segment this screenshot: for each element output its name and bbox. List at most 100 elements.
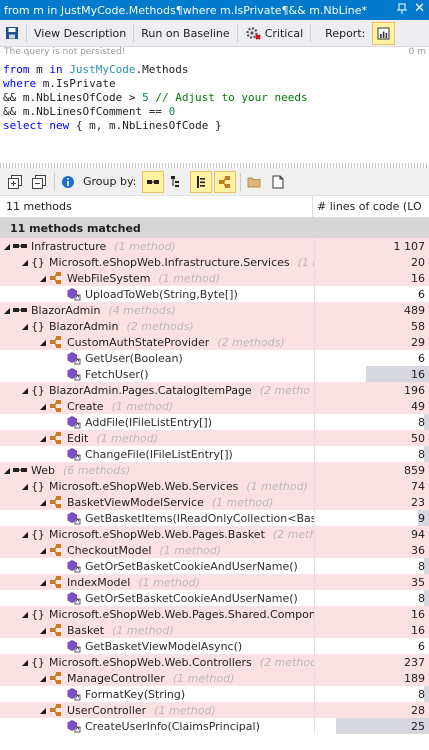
loc-value: 29 (411, 335, 425, 349)
method-row[interactable]: UploadToWeb(String,Byte[]) 6 (0, 286, 429, 302)
type-row[interactable]: ◢ BasketViewModelService (1 method) 23 (0, 494, 429, 510)
group-by-label: Group by: (83, 175, 137, 188)
expand-triangle-icon[interactable]: ◢ (38, 578, 48, 587)
namespace-row[interactable]: ◢{} Microsoft.eShopWeb.Web.Services (1 met… (0, 478, 429, 494)
loc-value: 489 (404, 303, 425, 317)
name-cell: ◢ UserController (1 method) (0, 702, 314, 718)
close-icon[interactable]: ✕ (414, 1, 425, 17)
group-by-method-button[interactable] (214, 170, 237, 193)
name-cell: ◢ CheckoutModel (1 method) (0, 542, 314, 558)
loc-cell: 237 (314, 654, 429, 670)
method-row[interactable]: GetOrSetBasketCookieAndUserName() 8 (0, 558, 429, 574)
expand-triangle-icon[interactable]: ◢ (20, 258, 30, 267)
type-row[interactable]: ◢ Basket (1 method) 16 (0, 622, 429, 638)
type-row[interactable]: ◢ UserController (1 method) 28 (0, 702, 429, 718)
save-button[interactable] (0, 22, 24, 45)
collapse-all-button[interactable] (28, 171, 50, 193)
expand-triangle-icon[interactable]: ◢ (38, 674, 48, 683)
name-cell: FetchUser() (0, 366, 314, 382)
row-method-count: (1 method) (114, 239, 176, 253)
expand-triangle-icon[interactable]: ◢ (38, 274, 48, 283)
loc-bar (424, 446, 429, 462)
row-name: Microsoft.eShopWeb.Web.Pages.Basket (49, 527, 265, 541)
expand-triangle-icon[interactable]: ◢ (38, 402, 48, 411)
assembly-row[interactable]: ◢ Web (6 methods) 859 (0, 462, 429, 478)
expand-triangle-icon[interactable]: ◢ (2, 242, 12, 251)
loc-cell: 8 (314, 446, 429, 462)
method-row[interactable]: GetOrSetBasketCookieAndUserName() 8 (0, 590, 429, 606)
query-editor[interactable]: from m in JustMyCode.Methods where m.IsPr… (0, 61, 429, 158)
assembly-row[interactable]: ◢ BlazorAdmin (4 methods) 489 (0, 302, 429, 318)
expand-triangle-icon[interactable]: ◢ (2, 466, 12, 475)
expand-triangle-icon[interactable]: ◢ (20, 482, 30, 491)
loc-cell: 6 (314, 350, 429, 366)
folder-button[interactable] (243, 171, 265, 193)
critical-button[interactable]: Critical (240, 22, 308, 45)
name-cell: ◢ WebFileSystem (1 method) (0, 270, 314, 286)
row-name: GetOrSetBasketCookieAndUserName() (85, 559, 298, 573)
name-cell: GetUser(Boolean) (0, 350, 314, 366)
expand-triangle-icon[interactable]: ◢ (20, 386, 30, 395)
type-row[interactable]: ◢ CheckoutModel (1 method) 36 (0, 542, 429, 558)
method-row[interactable]: ChangeFile(IFileListEntry[]) 8 (0, 446, 429, 462)
namespace-row[interactable]: ◢{} BlazorAdmin (2 methods) 58 (0, 318, 429, 334)
row-name: BlazorAdmin (31, 303, 101, 317)
type-row[interactable]: ◢ Edit (1 method) 50 (0, 430, 429, 446)
type-row[interactable]: ◢ IndexModel (1 method) 35 (0, 574, 429, 590)
query-tab-title: from m in JustMyCode.Methods¶where m.IsP… (4, 3, 368, 17)
method-row[interactable]: AddFile(IFileListEntry[]) 8 (0, 414, 429, 430)
expand-triangle-icon[interactable]: ◢ (2, 306, 12, 315)
expand-triangle-icon[interactable]: ◢ (38, 338, 48, 347)
expand-all-button[interactable] (4, 171, 26, 193)
run-on-baseline-button[interactable]: Run on Baseline (136, 22, 234, 45)
assembly-row[interactable]: ◢ Infrastructure (1 method) 1 107 (0, 238, 429, 254)
type-row[interactable]: ◢ CustomAuthStateProvider (2 methods) 29 (0, 334, 429, 350)
method-row[interactable]: CreateUserInfo(ClaimsPrincipal) 25 (0, 718, 429, 734)
query-tab-title-bar[interactable]: from m in JustMyCode.Methods¶where m.IsP… (0, 0, 429, 20)
namespace-row[interactable]: ◢{} Microsoft.eShopWeb.Infrastructure.Ser… (0, 254, 429, 270)
group-by-assembly-button[interactable] (142, 170, 165, 193)
loc-value: 16 (411, 367, 425, 381)
expand-triangle-icon[interactable]: ◢ (38, 706, 48, 715)
method-row[interactable]: GetBasketViewModelAsync() 6 (0, 638, 429, 654)
expand-triangle-icon[interactable]: ◢ (20, 658, 30, 667)
info-button[interactable] (57, 171, 79, 193)
namespace-row[interactable]: ◢{} Microsoft.eShopWeb.Web.Controllers (2 … (0, 654, 429, 670)
expand-triangle-icon[interactable]: ◢ (20, 322, 30, 331)
namespace-row[interactable]: ◢{} Microsoft.eShopWeb.Web.Pages.Basket (2… (0, 526, 429, 542)
expand-triangle-icon[interactable]: ◢ (20, 530, 30, 539)
type-row[interactable]: ◢ Create (1 method) 49 (0, 398, 429, 414)
toolbar-separator (310, 24, 312, 42)
expand-triangle-icon[interactable]: ◢ (38, 434, 48, 443)
expand-triangle-icon[interactable]: ◢ (38, 626, 48, 635)
group-by-type-button[interactable] (190, 170, 213, 193)
report-toggle-button[interactable] (372, 21, 396, 45)
method-icon (66, 511, 82, 525)
loc-value: 6 (418, 639, 425, 653)
row-name: Microsoft.eShopWeb.Web.Controllers (49, 655, 252, 669)
pin-icon[interactable] (396, 3, 408, 15)
type-row[interactable]: ◢ ManageController (1 method) 189 (0, 670, 429, 686)
view-description-button[interactable]: View Description (29, 22, 131, 45)
methods-column-header[interactable]: 11 methods (0, 200, 312, 213)
namespace-row[interactable]: ◢{} Microsoft.eShopWeb.Web.Pages.Shared.C… (0, 606, 429, 622)
group-by-namespace-button[interactable] (166, 171, 188, 193)
type-row[interactable]: ◢ WebFileSystem (1 method) 16 (0, 270, 429, 286)
loc-value: 9 (418, 511, 425, 525)
file-button[interactable] (267, 171, 289, 193)
row-method-count: (1 method) (159, 543, 222, 557)
method-row[interactable]: FetchUser() 16 (0, 366, 429, 382)
loc-value: 1 107 (393, 239, 426, 253)
namespace-row[interactable]: ◢{} BlazorAdmin.Pages.CatalogItemPage (2 m… (0, 382, 429, 398)
method-row[interactable]: GetBasketItems(IReadOnlyCollection<Bask 9 (0, 510, 429, 526)
loc-value: 50 (411, 431, 425, 445)
method-row[interactable]: FormatKey(String) 8 (0, 686, 429, 702)
expand-triangle-icon[interactable]: ◢ (38, 498, 48, 507)
method-row[interactable]: GetUser(Boolean) 6 (0, 350, 429, 366)
loc-column-header[interactable]: # lines of code (LO (312, 196, 429, 217)
row-name: Web (31, 463, 55, 477)
expand-triangle-icon[interactable]: ◢ (38, 546, 48, 555)
class-icon (48, 495, 64, 509)
expand-triangle-icon[interactable]: ◢ (20, 610, 30, 619)
loc-bar (424, 558, 429, 574)
